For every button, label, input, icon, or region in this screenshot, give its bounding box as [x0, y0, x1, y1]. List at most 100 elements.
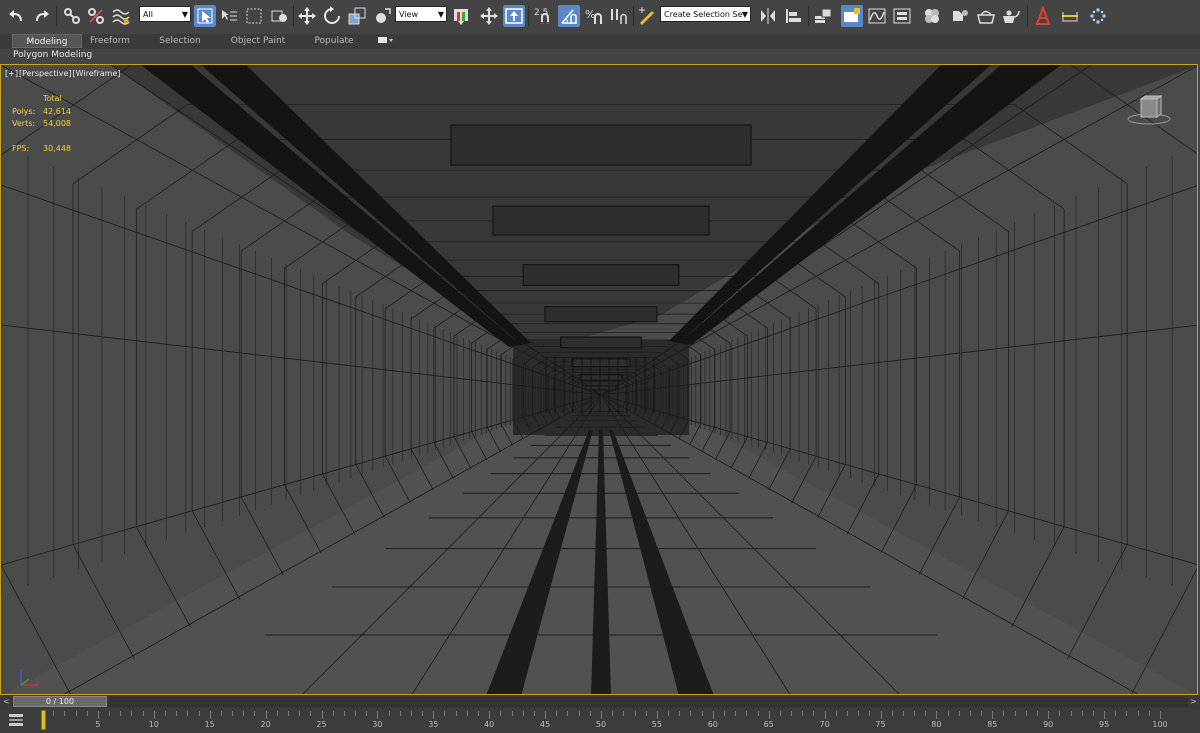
keyboard-shortcut-icon[interactable]	[503, 5, 525, 27]
ruler-tick	[276, 711, 278, 716]
ruler-tick	[1014, 711, 1016, 716]
ruler-tick	[131, 711, 133, 716]
select-by-name-icon[interactable]	[218, 5, 240, 27]
angle-snap-icon[interactable]	[558, 5, 580, 27]
viewport-shading-menu[interactable]: [Wireframe]	[73, 69, 121, 78]
wireframe-scene[interactable]	[1, 65, 1198, 695]
ruler-tick	[198, 711, 200, 716]
ruler-tick	[75, 711, 77, 716]
scene-explorer-icon[interactable]	[812, 5, 834, 27]
ribbon-tab-selection[interactable]: Selection	[152, 34, 208, 48]
current-frame-marker[interactable]	[41, 710, 46, 730]
time-slider[interactable]: 0 / 100 < >	[0, 695, 1200, 709]
ruler-tick	[1081, 711, 1083, 716]
ruler-tick	[1148, 711, 1150, 716]
particle-view-icon[interactable]	[1087, 5, 1109, 27]
mirror-icon[interactable]	[757, 5, 779, 27]
ruler-tick	[1070, 711, 1072, 716]
ruler-tick	[433, 711, 435, 719]
ribbon-tab-modeling[interactable]: Modeling	[12, 34, 82, 48]
ruler-tick	[97, 711, 99, 719]
placement-icon[interactable]	[371, 5, 393, 27]
ruler-tick	[1059, 711, 1061, 716]
perspective-viewport[interactable]: [+][Perspective][Wireframe] Total Polys:…	[0, 64, 1198, 695]
reference-coordinate-dropdown[interactable]: View ▼	[395, 6, 447, 22]
measure-icon[interactable]	[1059, 5, 1081, 27]
ruler-label: 70	[819, 720, 830, 729]
ruler-tick	[254, 711, 256, 716]
window-crossing-icon[interactable]	[268, 5, 290, 27]
ruler-tick	[243, 711, 245, 716]
ruler-tick	[176, 711, 178, 716]
ruler-label: 85	[987, 720, 998, 729]
align-icon[interactable]	[782, 5, 804, 27]
next-frame-arrow[interactable]: >	[1190, 697, 1197, 706]
ruler-tick	[1104, 711, 1106, 719]
ruler-tick	[1025, 711, 1027, 716]
rendered-frame-icon[interactable]	[975, 5, 997, 27]
percent-snap-icon[interactable]: %	[583, 5, 605, 27]
material-editor-icon[interactable]	[921, 5, 943, 27]
selection-filter-dropdown[interactable]: All ▼	[139, 6, 191, 22]
frame-ruler[interactable]: 5 10 15 20 25 30 35 40 45 50 55 60 65 70 75 80 85 90 95 100	[42, 709, 1168, 733]
move-icon[interactable]	[296, 5, 318, 27]
edit-named-selection-icon[interactable]	[636, 5, 658, 27]
ruler-tick	[209, 711, 211, 719]
select-object-icon[interactable]	[194, 5, 216, 27]
ruler-tick	[366, 711, 368, 716]
ribbon-tab-object-paint[interactable]: Object Paint	[226, 34, 290, 48]
ribbon-tab-populate[interactable]: Populate	[306, 34, 362, 48]
render-icon[interactable]	[1000, 5, 1022, 27]
pivot-center-icon[interactable]	[450, 5, 472, 27]
viewport-plus-menu[interactable]: [+]	[5, 69, 18, 78]
ruler-tick	[53, 711, 55, 716]
ruler-tick	[712, 711, 714, 719]
schematic-view-icon[interactable]	[891, 5, 913, 27]
spinner-snap-icon[interactable]	[608, 5, 630, 27]
main-toolbar: All ▼ View ▼ 2.5 % Create Selection Se ▼	[0, 0, 1200, 35]
ruler-label: 45	[540, 720, 551, 729]
time-slider-track[interactable]	[12, 697, 1188, 707]
ruler-tick	[757, 711, 759, 716]
ruler-tick	[902, 711, 904, 716]
viewport-label[interactable]: [+][Perspective][Wireframe]	[5, 69, 122, 78]
ruler-label: 55	[651, 720, 662, 729]
ruler-label: 15	[204, 720, 215, 729]
ruler-tick	[399, 711, 401, 716]
ruler-label: 100	[1152, 720, 1168, 729]
ruler-tick	[1003, 711, 1005, 716]
polygon-modeling-label[interactable]: Polygon Modeling	[13, 50, 92, 60]
viewport-pov-menu[interactable]: [Perspective]	[19, 69, 72, 78]
time-slider-thumb[interactable]: 0 / 100	[13, 696, 107, 707]
ribbon-tab-freeform[interactable]: Freeform	[82, 34, 138, 48]
snaps-toggle-icon[interactable]: 2.5	[532, 5, 554, 27]
curve-editor-mini-icon[interactable]	[8, 713, 24, 727]
layer-explorer-icon[interactable]	[841, 5, 863, 27]
ruler-tick	[153, 711, 155, 719]
scale-icon[interactable]	[346, 5, 368, 27]
ruler-tick	[343, 711, 345, 716]
select-manipulate-icon[interactable]	[478, 5, 500, 27]
unlink-icon[interactable]	[85, 5, 107, 27]
rect-selection-icon[interactable]	[243, 5, 265, 27]
ruler-tick	[142, 711, 144, 716]
redo-icon[interactable]	[30, 5, 52, 27]
viewcube-icon[interactable]	[1127, 93, 1171, 127]
prev-frame-arrow[interactable]: <	[3, 697, 10, 706]
bind-spacewarp-icon[interactable]	[110, 5, 132, 27]
rotate-icon[interactable]	[321, 5, 343, 27]
ribbon-options-icon[interactable]	[374, 34, 396, 48]
ruler-tick	[310, 711, 312, 716]
link-icon[interactable]	[61, 5, 83, 27]
track-bar[interactable]: 5 10 15 20 25 30 35 40 45 50 55 60 65 70 75 80 85 90 95 100	[0, 709, 1200, 733]
undo-icon[interactable]	[6, 5, 28, 27]
civil-view-icon[interactable]	[1032, 5, 1054, 27]
ruler-tick	[1048, 711, 1050, 719]
ruler-tick	[813, 711, 815, 716]
curve-editor-icon[interactable]	[866, 5, 888, 27]
ruler-tick	[612, 711, 614, 716]
named-selection-dropdown[interactable]: Create Selection Se ▼	[660, 6, 751, 22]
render-setup-icon[interactable]	[949, 5, 971, 27]
ruler-label: 35	[428, 720, 439, 729]
ruler-tick	[545, 711, 547, 719]
